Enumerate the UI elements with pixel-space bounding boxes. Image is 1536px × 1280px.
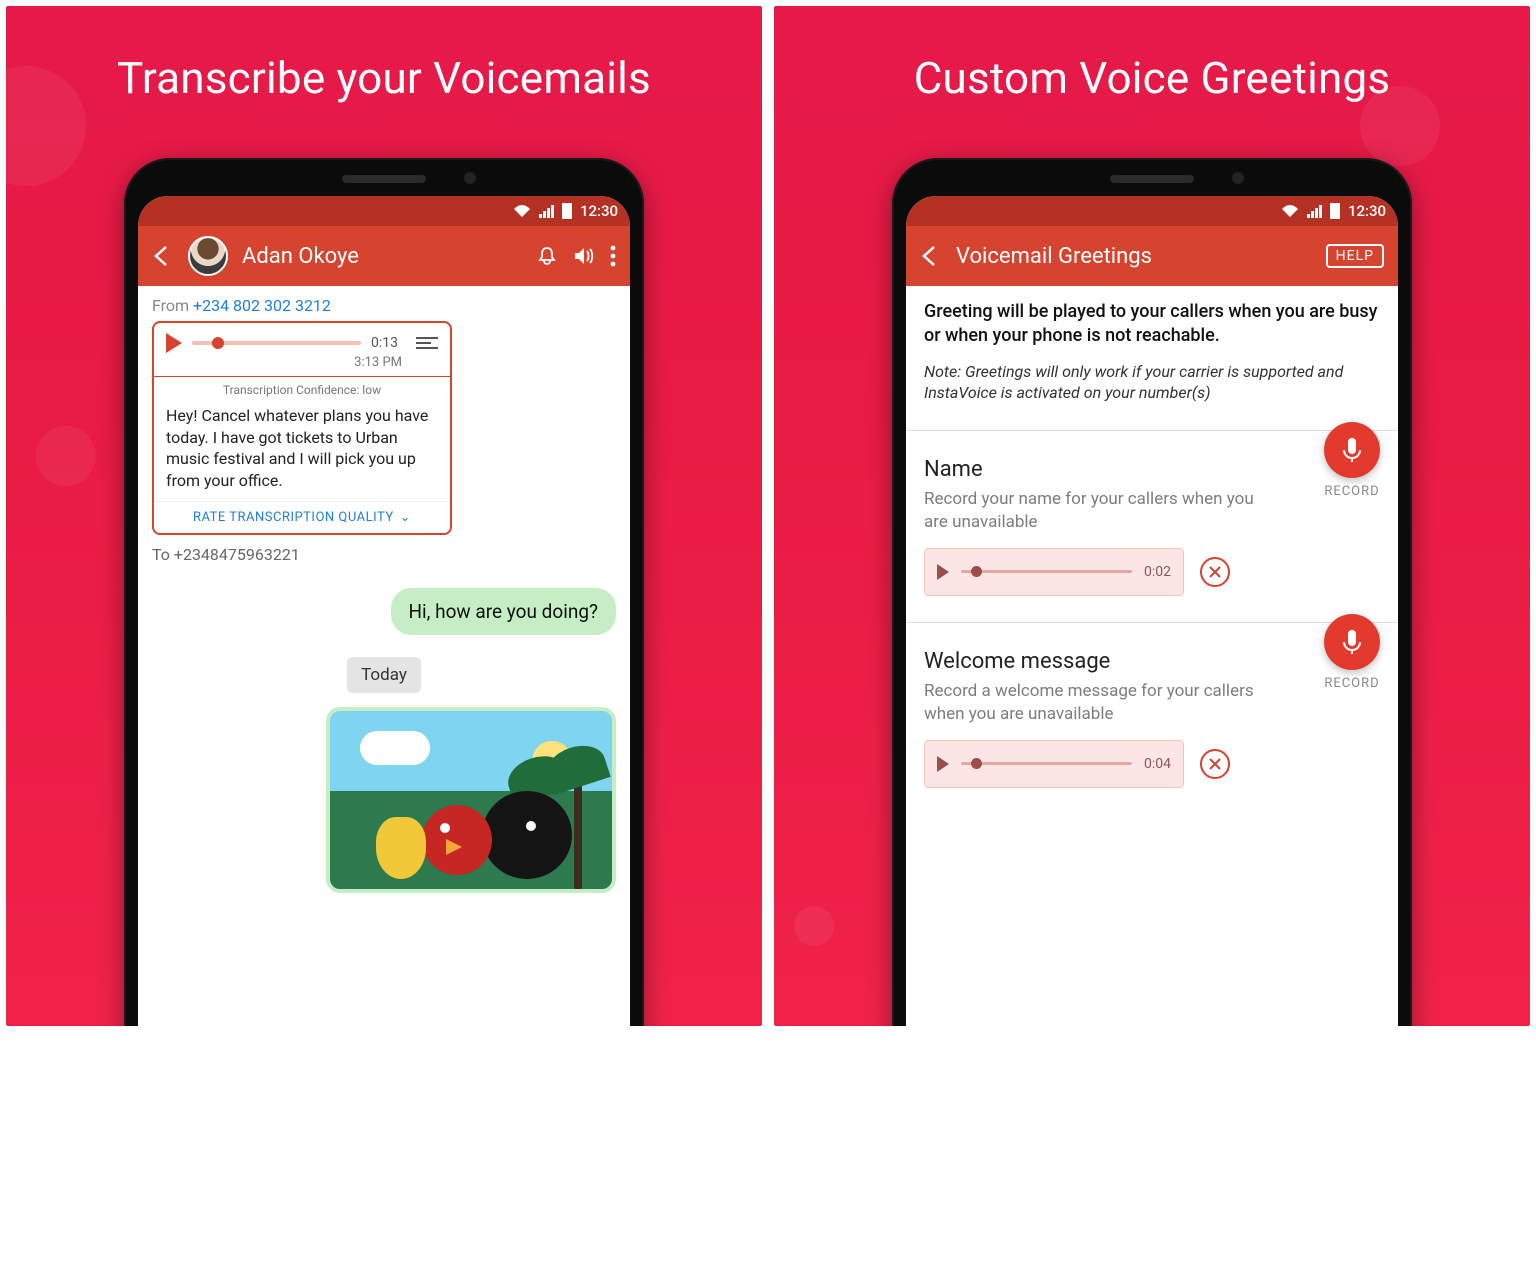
greeting-note: Note: Greetings will only work if your c… (924, 361, 1380, 404)
back-icon[interactable] (920, 245, 942, 267)
rate-transcription-button[interactable]: RATE TRANSCRIPTION QUALITY⌄ (154, 501, 450, 533)
record-button[interactable] (1324, 422, 1380, 478)
from-number[interactable]: +234 802 302 3212 (193, 296, 331, 315)
status-bar: 12:30 (138, 196, 630, 226)
battery-icon (562, 203, 572, 219)
play-icon[interactable] (166, 333, 182, 353)
help-button[interactable]: HELP (1326, 244, 1384, 268)
transcript-toggle-icon[interactable] (416, 334, 438, 352)
speaker-icon[interactable] (572, 245, 596, 267)
section-subtitle: Record a welcome message for your caller… (924, 680, 1254, 726)
record-button[interactable] (1324, 614, 1380, 670)
media-message[interactable] (326, 707, 616, 893)
signal-icon (539, 205, 554, 218)
phone-frame: 12:30 Adan Okoye From +234 802 302 3212 (124, 158, 644, 1026)
play-icon[interactable] (937, 756, 949, 772)
voicemail-seek[interactable] (192, 341, 361, 345)
status-time: 12:30 (580, 202, 618, 220)
delete-greeting-button[interactable] (1200, 749, 1230, 779)
wifi-icon (1281, 204, 1299, 218)
panel-title: Custom Voice Greetings (914, 52, 1391, 104)
voicemail-time: 3:13 PM (154, 355, 450, 376)
status-bar: 12:30 (906, 196, 1398, 226)
status-time: 12:30 (1348, 202, 1386, 220)
battery-icon (1330, 203, 1340, 219)
greeting-duration: 0:04 (1144, 756, 1171, 772)
promo-panel-greetings: Custom Voice Greetings 12:30 Voicemail G… (774, 6, 1530, 1026)
section-title: Welcome message (924, 649, 1380, 674)
panel-title: Transcribe your Voicemails (117, 52, 651, 104)
app-bar: Voicemail Greetings HELP (906, 226, 1398, 286)
wifi-icon (513, 204, 531, 218)
contact-name[interactable]: Adan Okoye (242, 244, 359, 269)
greeting-player[interactable]: 0:04 (924, 740, 1184, 788)
date-pill: Today (347, 657, 421, 693)
transcript-text: Hey! Cancel whatever plans you have toda… (154, 403, 450, 501)
greeting-duration: 0:02 (1144, 564, 1171, 580)
app-bar: Adan Okoye (138, 226, 630, 286)
from-line: From +234 802 302 3212 (152, 296, 616, 315)
delete-greeting-button[interactable] (1200, 557, 1230, 587)
play-icon[interactable] (937, 564, 949, 580)
screen-title: Voicemail Greetings (956, 244, 1152, 269)
outgoing-message[interactable]: Hi, how are you doing? (391, 588, 617, 635)
promo-panel-transcribe: Transcribe your Voicemails 12:30 Adan Ok… (6, 6, 762, 1026)
bell-icon[interactable] (536, 245, 558, 267)
record-label: RECORD (1324, 676, 1379, 691)
phone-frame: 12:30 Voicemail Greetings HELP Greeting … (892, 158, 1412, 1026)
back-icon[interactable] (152, 245, 174, 267)
greeting-lead: Greeting will be played to your callers … (924, 300, 1380, 349)
signal-icon (1307, 205, 1322, 218)
to-line: To +2348475963221 (152, 545, 616, 564)
record-label: RECORD (1324, 484, 1379, 499)
voicemail-card: 0:13 3:13 PM Transcription Confidence: l… (152, 321, 452, 535)
section-subtitle: Record your name for your callers when y… (924, 488, 1254, 534)
section-title: Name (924, 457, 1380, 482)
more-icon[interactable] (610, 245, 616, 267)
avatar[interactable] (188, 236, 228, 276)
chevron-down-icon: ⌄ (400, 510, 411, 525)
greeting-player[interactable]: 0:02 (924, 548, 1184, 596)
confidence-label: Transcription Confidence: low (154, 377, 450, 403)
voicemail-duration: 0:13 (371, 335, 398, 351)
